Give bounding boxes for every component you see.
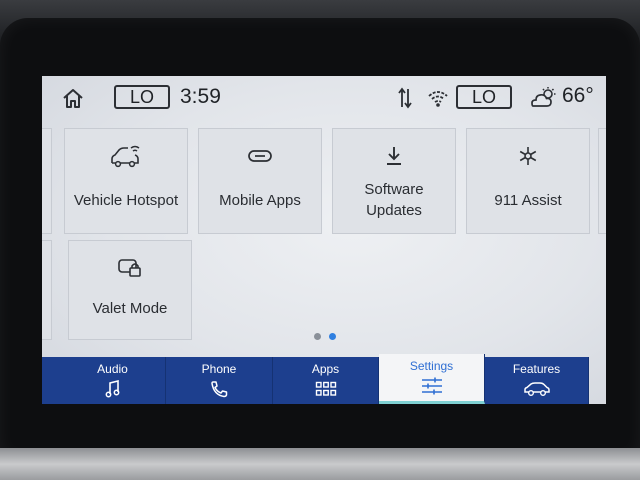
page-indicator xyxy=(314,333,336,340)
tile-label: Software xyxy=(364,181,424,198)
phone-icon xyxy=(209,380,229,398)
nav-settings[interactable]: Settings xyxy=(379,354,485,404)
passenger-climate-lo[interactable]: LO xyxy=(456,85,512,109)
nav-apps[interactable]: Apps xyxy=(273,357,379,404)
link-icon xyxy=(199,143,321,169)
nav-features[interactable]: Features xyxy=(485,357,589,404)
tile-valet-mode[interactable]: Valet Mode xyxy=(68,240,192,340)
car-lock-icon xyxy=(69,255,191,281)
tile-vehicle-hotspot[interactable]: Vehicle Hotspot xyxy=(64,128,188,234)
infotainment-screen: LO 3:59 LO 66° Vehicle Hotspot Mobile Ap… xyxy=(42,76,606,404)
download-icon xyxy=(333,143,455,169)
tile-label: Valet Mode xyxy=(92,300,168,317)
partial-tile-right xyxy=(598,128,606,234)
nav-phone[interactable]: Phone xyxy=(166,357,273,404)
bottom-nav: Audio Phone Apps Settings Features xyxy=(60,354,606,404)
driver-climate-lo[interactable]: LO xyxy=(114,85,170,109)
nav-apps-label: Apps xyxy=(311,362,340,376)
nav-phone-label: Phone xyxy=(201,362,237,376)
page-dot-2-active[interactable] xyxy=(329,333,336,340)
clock-time: 3:59 xyxy=(180,85,221,108)
home-icon[interactable] xyxy=(60,86,86,110)
nav-settings-label: Settings xyxy=(409,359,454,373)
weather-cloudy-icon xyxy=(528,85,558,111)
tile-911-assist[interactable]: 911 Assist xyxy=(466,128,590,234)
tile-label: Vehicle Hotspot xyxy=(73,192,179,209)
snowflake-asterisk-icon xyxy=(467,143,589,169)
tile-software-updates[interactable]: Software Updates xyxy=(332,128,456,234)
data-transfer-icon xyxy=(396,86,414,110)
nav-edge xyxy=(42,357,60,404)
partial-tile-left xyxy=(42,128,52,234)
nav-audio-label: Audio xyxy=(97,362,128,376)
car-icon xyxy=(523,380,551,398)
tile-label: Updates xyxy=(366,202,422,219)
tile-label: Mobile Apps xyxy=(219,192,301,209)
wifi-hotspot-icon xyxy=(426,87,450,109)
sliders-icon xyxy=(420,377,444,395)
tile-label: 911 Assist xyxy=(494,192,562,209)
tile-mobile-apps[interactable]: Mobile Apps xyxy=(198,128,322,234)
page-dot-1[interactable] xyxy=(314,333,321,340)
dashboard-trim xyxy=(0,448,640,480)
apps-grid-icon xyxy=(315,380,337,398)
partial-tile-left-2 xyxy=(42,240,52,340)
status-bar: LO 3:59 LO 66° xyxy=(42,76,606,120)
nav-audio[interactable]: Audio xyxy=(60,357,166,404)
music-note-icon xyxy=(105,380,121,398)
car-wifi-icon xyxy=(65,143,187,169)
nav-features-label: Features xyxy=(512,362,561,376)
outside-temperature: 66° xyxy=(562,84,594,107)
